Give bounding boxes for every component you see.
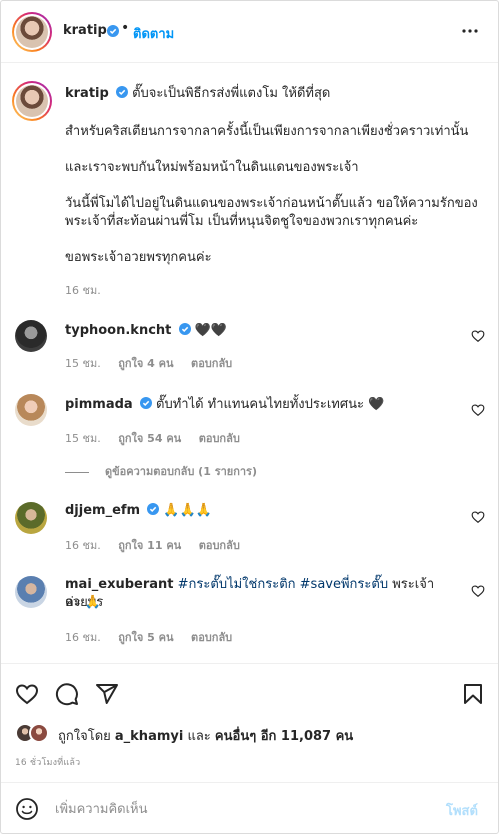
caption-username[interactable]: kratip — [65, 86, 109, 101]
post-dialog: kratip • ติดตาม kratip ตั๊บจะเป็นพิธีกรส… — [0, 0, 499, 834]
comment-text: djjem_efm 🙏🙏🙏 — [65, 502, 465, 520]
liked-by-user[interactable]: a_khamyi — [115, 729, 183, 744]
caption-text: ตั๊บจะเป็นพิธีกรส่งพี่แตงโม ให้ดีที่สุด — [132, 86, 331, 101]
verified-badge-icon — [139, 397, 152, 409]
like-heart-icon[interactable] — [15, 682, 39, 706]
caption-avatar[interactable] — [12, 81, 52, 121]
reply-button[interactable]: ตอบกลับ — [199, 432, 240, 445]
comment-likes[interactable]: ถูกใจ 54 คน — [118, 432, 181, 445]
share-send-icon[interactable] — [95, 682, 119, 706]
author-avatar[interactable] — [12, 12, 52, 52]
hashtag-link[interactable]: #saveพี่กระตั๊บ — [300, 577, 388, 592]
comment-meta: 16 ชม. ถูกใจ 11 คน ตอบกลับ — [65, 536, 254, 554]
commenter-avatar[interactable] — [15, 576, 47, 608]
hashtag-link[interactable]: #กระตั๊บไม่ใช่กระติก — [178, 577, 296, 592]
comment-time[interactable]: 15 ชม. — [65, 432, 101, 445]
post-comment-button[interactable]: โพสต์ — [446, 800, 478, 821]
comment-time[interactable]: 16 ชม. — [65, 631, 101, 644]
caption-paragraph: วันนี้พี่โมได้ไปอยู่ในดินแดนของพระเจ้าก่… — [65, 196, 478, 211]
comment-input[interactable] — [55, 797, 425, 821]
commenter-avatar[interactable] — [15, 320, 47, 352]
comment-likes[interactable]: ถูกใจ 5 คน — [118, 631, 173, 644]
comment-body: ตั๊บทำได้ ทำแทนคนไทยทั้งประเทศนะ 🖤 — [156, 397, 385, 412]
commenter-username[interactable]: mai_exuberant — [65, 577, 174, 592]
follow-button[interactable]: ติดตาม — [133, 23, 174, 44]
comment-body-line2: ค่ะ 🙏 — [65, 595, 101, 610]
caption-paragraph: สำหรับคริสเตียนการจากลาครั้งนี้เป็นเพียง… — [65, 124, 469, 139]
comments-list[interactable]: kratip ตั๊บจะเป็นพิธีกรส่งพี่แตงโม ให้ดี… — [1, 64, 498, 662]
reply-button[interactable]: ตอบกลับ — [191, 631, 232, 644]
commenter-avatar[interactable] — [15, 502, 47, 534]
liked-by-others-count[interactable]: คนอื่นๆ อีก 11,087 คน — [215, 729, 353, 744]
comment-body: 🖤🖤 — [194, 323, 228, 338]
like-comment-heart-icon[interactable] — [471, 584, 485, 598]
author-username[interactable]: kratip — [63, 23, 107, 38]
caption-paragraph: พระเจ้าที่สะท้อนผ่านพี่โม เป็นที่หนุนจิต… — [65, 214, 419, 229]
more-options-icon[interactable] — [461, 22, 479, 40]
liked-by-summary: ถูกใจโดย a_khamyi และ คนอื่นๆ อีก 11,087… — [58, 725, 353, 746]
liked-by-and: และ — [187, 729, 211, 744]
post-actions: ถูกใจโดย a_khamyi และ คนอื่นๆ อีก 11,087… — [1, 663, 498, 783]
like-comment-heart-icon[interactable] — [471, 329, 485, 343]
comment-likes[interactable]: ถูกใจ 4 คน — [118, 357, 173, 370]
post-header: kratip • ติดตาม — [1, 1, 498, 63]
comment-body: 🙏🙏🙏 — [163, 503, 212, 518]
commenter-avatar[interactable] — [15, 394, 47, 426]
view-replies-label: ดูข้อความตอบกลับ (1 รายการ) — [105, 465, 257, 478]
like-comment-heart-icon[interactable] — [471, 403, 485, 417]
caption-timestamp[interactable]: 16 ชม. — [65, 281, 101, 299]
add-comment-bar: โพสต์ — [1, 782, 498, 833]
liked-by-avatars[interactable] — [15, 723, 55, 745]
like-comment-heart-icon[interactable] — [471, 510, 485, 524]
commenter-username[interactable]: djjem_efm — [65, 503, 140, 518]
comment-meta: 15 ชม. ถูกใจ 54 คน ตอบกลับ — [65, 429, 254, 447]
emoji-smile-icon[interactable] — [15, 797, 39, 821]
comment-likes[interactable]: ถูกใจ 11 คน — [118, 539, 181, 552]
caption-paragraph: และเราจะพบกันใหม่พร้อมหน้าในดินแดนของพระ… — [65, 160, 359, 175]
reply-button[interactable]: ตอบกลับ — [199, 539, 240, 552]
verified-badge-icon — [178, 323, 191, 335]
reply-button[interactable]: ตอบกลับ — [191, 357, 232, 370]
comment-time[interactable]: 15 ชม. — [65, 357, 101, 370]
verified-badge-icon — [115, 86, 128, 98]
caption-first-line: kratip ตั๊บจะเป็นพิธีกรส่งพี่แตงโม ให้ดี… — [65, 85, 485, 103]
comment-meta: 16 ชม. ถูกใจ 5 คน ตอบกลับ — [65, 628, 246, 646]
comment-time[interactable]: 16 ชม. — [65, 539, 101, 552]
replies-divider-line — [65, 471, 89, 473]
comment-text: typhoon.kncht 🖤🖤 — [65, 322, 465, 340]
comment-bubble-icon[interactable] — [55, 682, 79, 706]
verified-badge-icon — [107, 25, 119, 37]
liked-by-prefix: ถูกใจโดย — [58, 729, 111, 744]
comment-text: pimmada ตั๊บทำได้ ทำแทนคนไทยทั้งประเทศนะ… — [65, 396, 465, 414]
caption-paragraph: ขอพระเจ้าอวยพรทุกคนค่ะ — [65, 250, 212, 265]
liker-avatar — [29, 723, 49, 743]
separator-dot: • — [121, 20, 130, 36]
commenter-username[interactable]: typhoon.kncht — [65, 323, 171, 338]
view-replies-button[interactable]: ดูข้อความตอบกลับ (1 รายการ) — [65, 462, 257, 480]
commenter-username[interactable]: pimmada — [65, 397, 133, 412]
save-bookmark-icon[interactable] — [461, 682, 485, 706]
comment-meta: 15 ชม. ถูกใจ 4 คน ตอบกลับ — [65, 354, 246, 372]
verified-badge-icon — [147, 503, 160, 515]
post-timestamp[interactable]: 16 ชั่วโมงที่แล้ว — [15, 755, 80, 769]
